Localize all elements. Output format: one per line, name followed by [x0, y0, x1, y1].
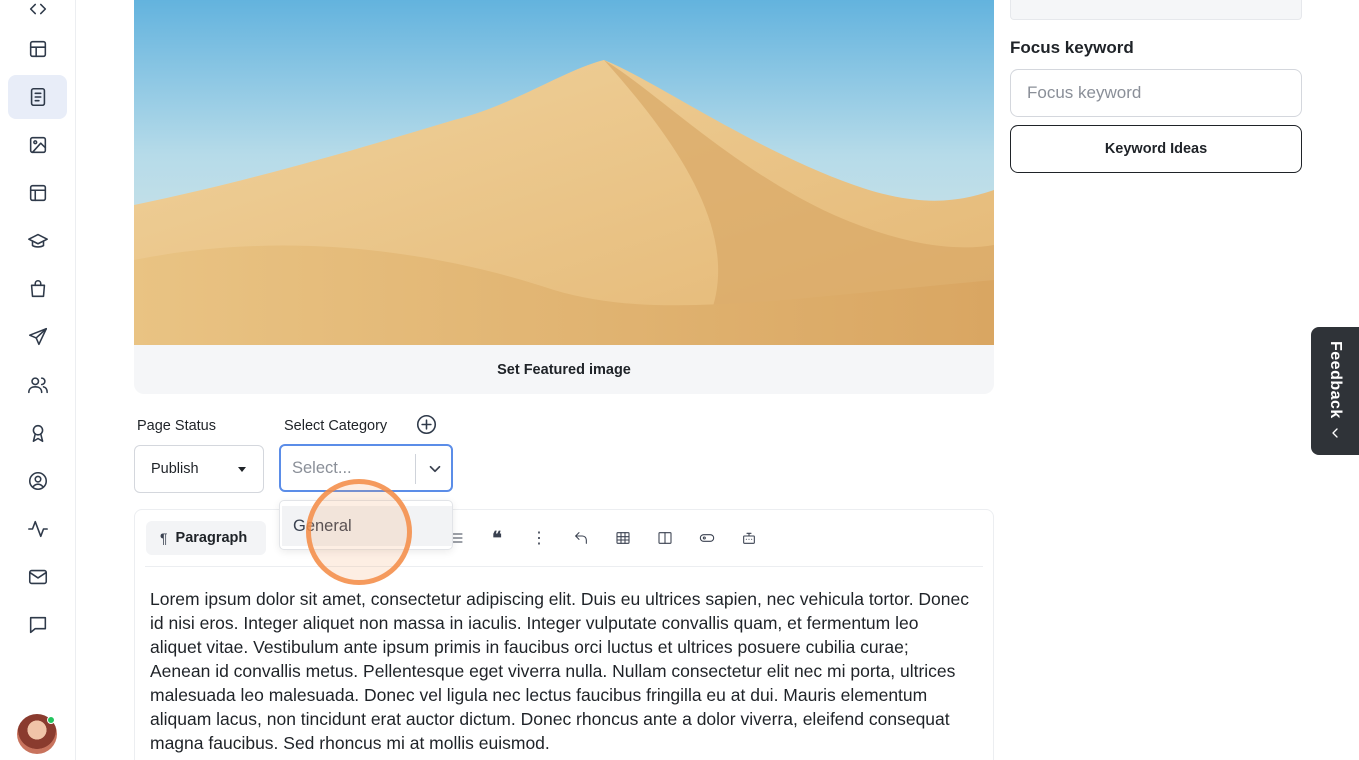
sidebar-item-media[interactable] [8, 123, 67, 167]
user-circle-icon [28, 471, 47, 491]
page-status-select[interactable]: Publish [134, 445, 264, 493]
image-icon [29, 136, 46, 154]
layout-icon [29, 40, 46, 58]
focus-keyword-title: Focus keyword [1010, 38, 1134, 57]
quote-icon[interactable]: ❝ [488, 528, 506, 548]
table-icon[interactable] [614, 529, 632, 547]
award-icon [32, 424, 43, 443]
block-type-label: Paragraph [175, 530, 248, 546]
right-panel-top-button[interactable] [1010, 0, 1302, 20]
select-divider [415, 454, 416, 484]
expand-icon [29, 3, 46, 15]
set-featured-image-button[interactable]: Set Featured image [134, 345, 994, 394]
sidebar-item-courses[interactable] [8, 219, 67, 263]
document-icon [30, 87, 45, 107]
feedback-label: Feedback [1327, 341, 1344, 419]
activity-icon [27, 520, 48, 538]
caret-down-icon [238, 467, 246, 472]
set-featured-image-label: Set Featured image [497, 361, 631, 378]
featured-image [134, 0, 994, 345]
select-category-label: Select Category [284, 418, 388, 434]
toolbar-divider [145, 566, 983, 567]
sidebar-item-mail[interactable] [8, 555, 67, 599]
sidebar-item-campaigns[interactable] [8, 315, 67, 359]
category-placeholder: Select... [292, 458, 352, 477]
chat-icon [29, 616, 46, 634]
sidebar-item-shop[interactable] [8, 267, 67, 311]
click-indicator [306, 479, 412, 585]
graduation-cap-icon [27, 233, 48, 248]
page-status-value: Publish [151, 461, 199, 477]
sidebar-item-pages[interactable] [8, 75, 67, 119]
online-status-dot [47, 716, 55, 724]
focus-keyword-input[interactable] [1010, 69, 1302, 117]
add-category-icon[interactable] [416, 414, 437, 435]
users-icon [27, 377, 48, 394]
more-options-icon[interactable]: ⋮ [530, 529, 548, 547]
keyword-ideas-button[interactable]: Keyword Ideas [1010, 125, 1302, 173]
feedback-tab[interactable]: Feedback [1311, 327, 1359, 455]
sidebar-item-templates[interactable] [8, 171, 67, 215]
columns-icon[interactable] [656, 529, 674, 547]
chevron-left-icon [1332, 428, 1338, 438]
sidebar-item-badges[interactable] [8, 411, 67, 455]
shopping-bag-icon [30, 280, 45, 298]
mail-icon [28, 569, 47, 585]
embed-icon[interactable] [740, 529, 758, 547]
page-status-label: Page Status [137, 418, 216, 434]
undo-icon[interactable] [572, 529, 590, 547]
sidebar-item-users[interactable] [8, 363, 67, 407]
block-type-button[interactable]: ¶ Paragraph [146, 521, 266, 555]
sidebar-item-analytics[interactable] [8, 507, 67, 551]
sidebar-item-comments[interactable] [8, 603, 67, 647]
sidebar-item-account[interactable] [8, 459, 67, 503]
button-block-icon[interactable] [698, 529, 716, 547]
sidebar [0, 0, 76, 760]
send-icon [28, 327, 47, 346]
editor-body-text[interactable]: Lorem ipsum dolor sit amet, consectetur … [150, 587, 970, 755]
pilcrow-icon: ¶ [160, 530, 168, 546]
template-icon [29, 184, 46, 202]
sidebar-item-dashboard[interactable] [8, 27, 67, 71]
chevron-down-icon[interactable] [426, 460, 444, 478]
desert-dunes-image [134, 0, 994, 345]
